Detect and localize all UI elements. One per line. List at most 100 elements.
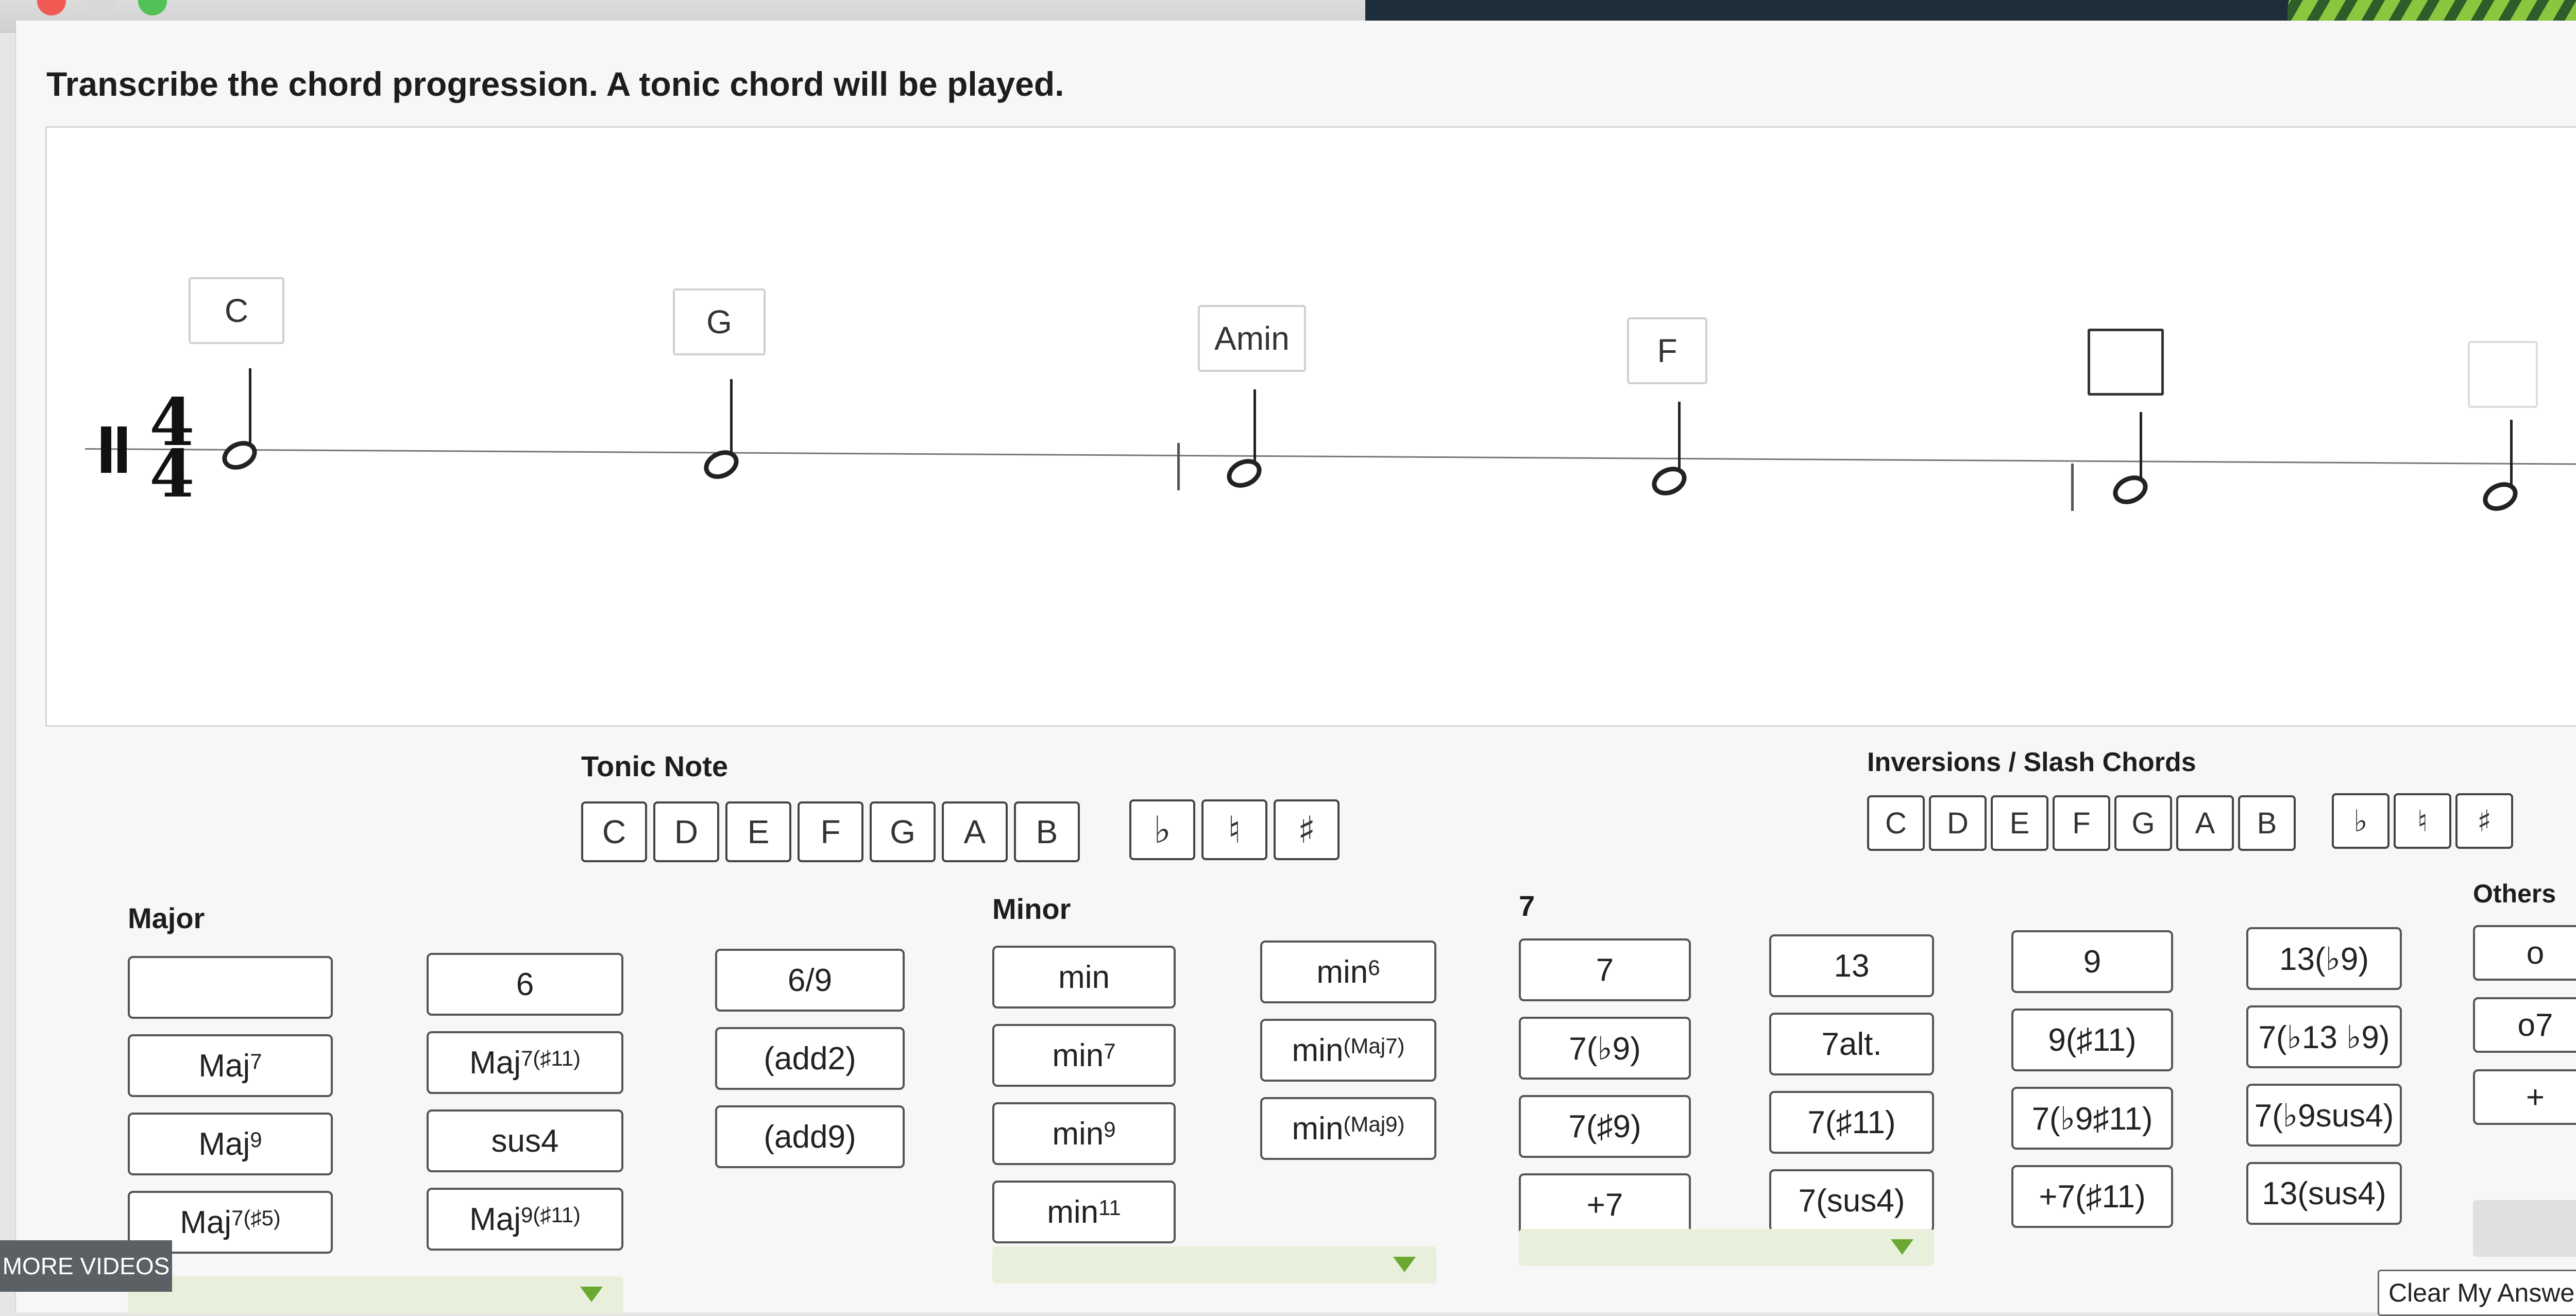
dom7-button[interactable]: 7 <box>1519 938 1691 1001</box>
seventh-label: 7 <box>1519 890 1535 922</box>
seventh-dropdown[interactable] <box>1519 1229 1934 1266</box>
dom7-flat9-sharp11-button[interactable]: 7(♭9♯11) <box>2011 1087 2173 1150</box>
thirteen-sus4-button[interactable]: 13(sus4) <box>2246 1162 2402 1225</box>
staff-panel <box>45 126 2576 727</box>
tonic-accidental-buttons: ♭ ♮ ♯ <box>1129 799 1340 860</box>
maj9-button[interactable]: Maj 9 <box>128 1113 333 1175</box>
augmented-button[interactable]: + <box>2473 1069 2576 1125</box>
min11-button[interactable]: min 11 <box>992 1181 1176 1243</box>
note-stem <box>249 368 251 451</box>
min-maj7-button[interactable]: min (Maj7) <box>1260 1019 1436 1082</box>
inversions-label: Inversions / Slash Chords <box>1867 747 2196 777</box>
nine-button[interactable]: 9 <box>2011 930 2173 993</box>
dom7-sus4-button[interactable]: 7(sus4) <box>1769 1169 1934 1232</box>
tonic-note-c-button[interactable]: C <box>581 801 647 862</box>
inversion-sharp-button[interactable]: ♯ <box>2455 793 2513 849</box>
diminished7-button[interactable]: o7 <box>2473 997 2576 1053</box>
tonic-note-d-button[interactable]: D <box>653 801 719 862</box>
minor-column-1: min min 7 min 9 min 11 <box>992 946 1176 1243</box>
clear-answer-button[interactable]: Clear My Answer <box>2378 1270 2576 1316</box>
diminished-button[interactable]: o <box>2473 925 2576 981</box>
tonic-note-buttons: C D E F G A B <box>581 801 1080 862</box>
chevron-down-icon <box>1891 1239 1913 1255</box>
dom7-flat9-sus4-button[interactable]: 7(♭9sus4) <box>2246 1084 2402 1147</box>
aug7-button[interactable]: +7 <box>1519 1173 1691 1236</box>
tonic-natural-button[interactable]: ♮ <box>1201 799 1267 860</box>
nine-sharp11-button[interactable]: 9(♯11) <box>2011 1009 2173 1071</box>
others-dropdown[interactable] <box>2473 1200 2576 1257</box>
seventh-column-3: 9 9(♯11) 7(♭9♯11) +7(♯11) <box>2011 930 2173 1228</box>
six-nine-button[interactable]: 6/9 <box>715 949 905 1012</box>
min-button[interactable]: min <box>992 946 1176 1009</box>
minor-dropdown[interactable] <box>992 1246 1436 1284</box>
tonic-note-e-button[interactable]: E <box>725 801 791 862</box>
seven-alt-button[interactable]: 7alt. <box>1769 1013 1934 1075</box>
maj9-sharp11-button[interactable]: Maj 9(♯11) <box>427 1188 623 1251</box>
tonic-note-f-button[interactable]: F <box>798 801 863 862</box>
min6-button[interactable]: min 6 <box>1260 941 1436 1003</box>
sus4-button[interactable]: sus4 <box>427 1109 623 1172</box>
major-dropdown[interactable] <box>128 1276 623 1313</box>
thirteen-button[interactable]: 13 <box>1769 934 1934 997</box>
maj7-sharp11-button[interactable]: Maj 7(♯11) <box>427 1031 623 1094</box>
add9-button[interactable]: (add9) <box>715 1105 905 1168</box>
others-label: Others <box>2473 879 2556 908</box>
min9-button[interactable]: min 9 <box>992 1102 1176 1165</box>
note-stem <box>730 379 733 462</box>
chord-symbol-1[interactable]: C <box>189 277 284 344</box>
tonic-flat-button[interactable]: ♭ <box>1129 799 1195 860</box>
inversion-d-button[interactable]: D <box>1929 795 1987 851</box>
dom7-sharp11-button[interactable]: 7(♯11) <box>1769 1091 1934 1154</box>
chevron-down-icon <box>580 1287 603 1302</box>
maj7-button[interactable]: Maj 7 <box>128 1034 333 1097</box>
inversion-natural-button[interactable]: ♮ <box>2394 793 2451 849</box>
time-signature-bottom: 4 <box>149 436 195 512</box>
chord-symbol-3[interactable]: Amin <box>1198 305 1306 372</box>
inversion-b-button[interactable]: B <box>2238 795 2296 851</box>
chevron-down-icon <box>1393 1257 1416 1272</box>
major-label: Major <box>128 902 205 934</box>
thirteen-flat9-button[interactable]: 13(♭9) <box>2246 927 2402 990</box>
major-column-2: 6 Maj 7(♯11) sus4 Maj 9(♯11) <box>427 953 623 1251</box>
time-signature: 4 4 <box>149 390 195 512</box>
inversion-a-button[interactable]: A <box>2176 795 2234 851</box>
repeat-bar-thin <box>117 426 127 473</box>
inversion-g-button[interactable]: G <box>2114 795 2172 851</box>
inversion-e-button[interactable]: E <box>1991 795 2048 851</box>
min7-button[interactable]: min 7 <box>992 1024 1176 1087</box>
repeat-bar-thick <box>101 426 111 473</box>
min-maj9-button[interactable]: min (Maj9) <box>1260 1097 1436 1160</box>
others-column: o o7 + <box>2473 925 2576 1125</box>
add2-button[interactable]: (add2) <box>715 1027 905 1090</box>
seventh-column-2: 13 7alt. 7(♯11) 7(sus4) <box>1769 934 1934 1232</box>
minor-column-2: min 6 min (Maj7) min (Maj9) <box>1260 941 1436 1160</box>
inversion-flat-button[interactable]: ♭ <box>2332 793 2389 849</box>
chord-symbol-4[interactable]: F <box>1627 317 1707 384</box>
tonic-note-label: Tonic Note <box>581 750 728 782</box>
chord-symbol-input-active[interactable] <box>2088 329 2164 396</box>
chord-symbol-input[interactable] <box>2468 341 2538 408</box>
major-triad-button[interactable] <box>128 956 333 1019</box>
inversion-f-button[interactable]: F <box>2053 795 2110 851</box>
major-column-1: Maj 7 Maj 9 Maj 7(♯5) <box>128 956 333 1254</box>
barline <box>2071 464 2074 511</box>
more-videos-button[interactable]: MORE VIDEOS <box>0 1240 172 1292</box>
inversion-note-buttons: C D E F G A B <box>1867 795 2296 851</box>
minor-label: Minor <box>992 893 1071 925</box>
tonic-note-g-button[interactable]: G <box>870 801 936 862</box>
chord-symbol-2[interactable]: G <box>673 288 766 355</box>
dom7-sharp9-button[interactable]: 7(♯9) <box>1519 1095 1691 1158</box>
tonic-sharp-button[interactable]: ♯ <box>1274 799 1340 860</box>
tonic-note-a-button[interactable]: A <box>942 801 1008 862</box>
tonic-note-b-button[interactable]: B <box>1014 801 1080 862</box>
seventh-column-4: 13(♭9) 7(♭13 ♭9) 7(♭9sus4) 13(sus4) <box>2246 927 2402 1225</box>
six-button[interactable]: 6 <box>427 953 623 1016</box>
seventh-column-1: 7 7(♭9) 7(♯9) +7 <box>1519 938 1691 1236</box>
inversion-c-button[interactable]: C <box>1867 795 1925 851</box>
page-title: Transcribe the chord progression. A toni… <box>46 65 1064 103</box>
aug7-sharp11-button[interactable]: +7(♯11) <box>2011 1165 2173 1228</box>
inversion-accidental-buttons: ♭ ♮ ♯ <box>2332 793 2513 849</box>
dom7-flat9-button[interactable]: 7(♭9) <box>1519 1017 1691 1080</box>
barline <box>1177 443 1180 490</box>
dom7-flat13-flat9-button[interactable]: 7(♭13 ♭9) <box>2246 1005 2402 1068</box>
